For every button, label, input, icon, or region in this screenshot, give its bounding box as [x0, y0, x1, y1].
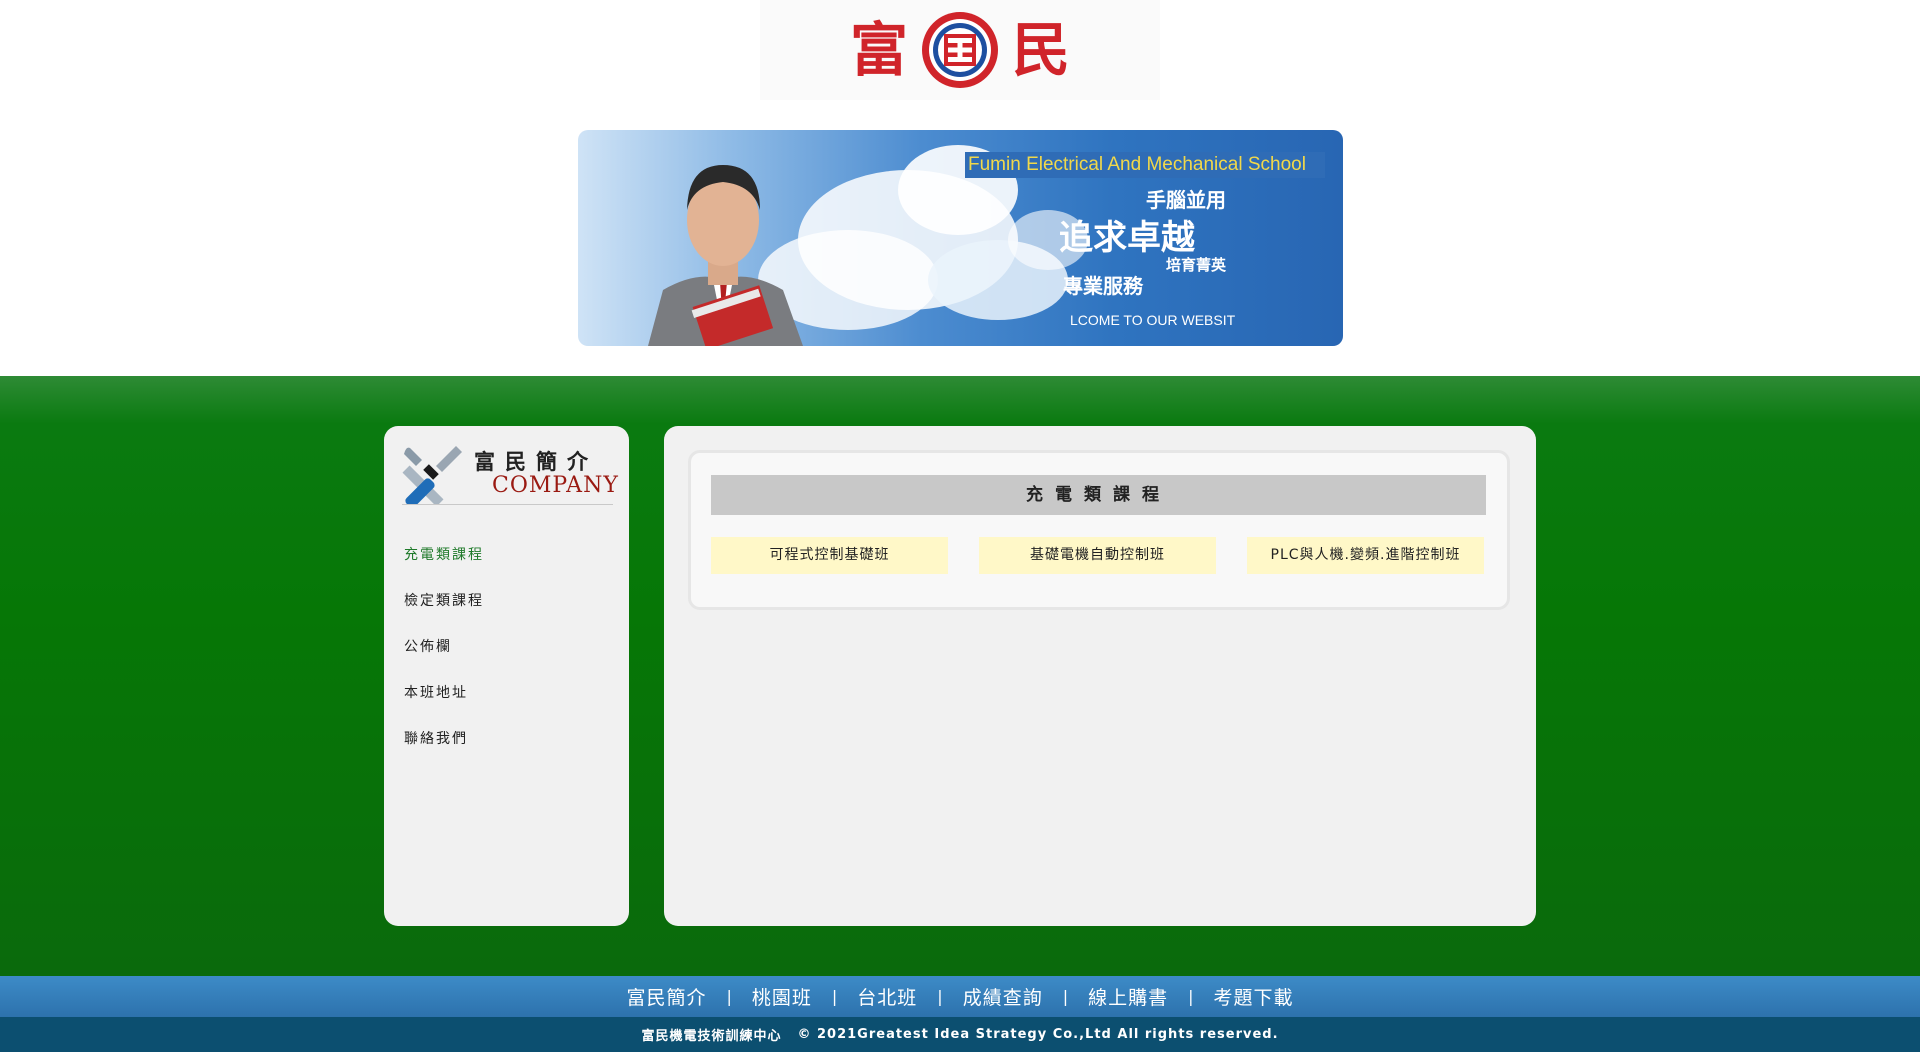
- banner-slogan-4: 專業服務: [1063, 274, 1143, 298]
- course-button-plc-basic[interactable]: 可程式控制基礎班: [711, 537, 948, 574]
- sidebar-header: 富民簡介 COMPANY: [402, 442, 618, 505]
- logo-char-right: 民: [1012, 16, 1071, 84]
- footer-link-grades[interactable]: 成績查詢: [943, 983, 1063, 1010]
- logo-emblem-icon: [922, 12, 998, 88]
- footer-link-taoyuan[interactable]: 桃園班: [732, 983, 832, 1010]
- site-logo[interactable]: 富 民: [760, 0, 1160, 100]
- sidebar: 富民簡介 COMPANY 充電類課程 檢定類課程 公佈欄 本班地址 聯絡我們: [384, 426, 629, 926]
- logo-char-left: 富: [849, 16, 908, 84]
- footer-link-about[interactable]: 富民簡介: [606, 983, 726, 1010]
- banner-slogan-2: 追求卓越: [1059, 218, 1195, 258]
- footer-copyright: © 2021Greatest Idea Strategy Co.,Ltd All…: [797, 1027, 1279, 1042]
- banner-english-title: Fumin Electrical And Mechanical School: [965, 152, 1325, 178]
- tools-icon: [402, 446, 462, 504]
- sidebar-item-contact[interactable]: 聯絡我們: [404, 728, 484, 774]
- banner-slogan-1: 手腦並用: [1146, 188, 1226, 212]
- banner-slogan-3: 培育菁英: [1166, 256, 1227, 274]
- sidebar-nav: 充電類課程 檢定類課程 公佈欄 本班地址 聯絡我們: [404, 544, 484, 774]
- sidebar-item-address[interactable]: 本班地址: [404, 682, 484, 728]
- footer-link-downloads[interactable]: 考題下載: [1194, 983, 1314, 1010]
- footer-link-bookstore[interactable]: 線上購書: [1068, 983, 1188, 1010]
- footer-copyright-bar: 富民機電技術訓練中心 © 2021Greatest Idea Strategy …: [0, 1017, 1920, 1052]
- hero-banner: Fumin Electrical And Mechanical School 手…: [578, 130, 1343, 346]
- course-panel: 充電類課程 可程式控制基礎班 基礎電機自動控制班 PLC與人機.變頻.進階控制班: [688, 450, 1510, 610]
- course-button-motor-control[interactable]: 基礎電機自動控制班: [979, 537, 1216, 574]
- footer-org-name: 富民機電技術訓練中心: [641, 1029, 782, 1044]
- main-content: 充電類課程 可程式控制基礎班 基礎電機自動控制班 PLC與人機.變頻.進階控制班: [664, 426, 1536, 926]
- banner-welcome-text: LCOME TO OUR WEBSIT: [1070, 312, 1236, 328]
- sidebar-item-bulletin[interactable]: 公佈欄: [404, 636, 484, 682]
- section-title: 充電類課程: [711, 475, 1486, 515]
- sidebar-item-recharge-courses[interactable]: 充電類課程: [404, 544, 484, 590]
- footer-link-taipei[interactable]: 台北班: [837, 983, 937, 1010]
- sidebar-subtitle: COMPANY: [492, 473, 619, 498]
- footer-nav: 富民簡介 | 桃園班 | 台北班 | 成績查詢 | 線上購書 | 考題下載: [0, 976, 1920, 1017]
- sidebar-title: 富民簡介: [474, 450, 598, 474]
- course-button-plc-advanced[interactable]: PLC與人機.變頻.進階控制班: [1247, 537, 1484, 574]
- sidebar-item-certification-courses[interactable]: 檢定類課程: [404, 590, 484, 636]
- header-area: 富 民 Fumin Electrical And Mechanical Scho…: [0, 0, 1920, 376]
